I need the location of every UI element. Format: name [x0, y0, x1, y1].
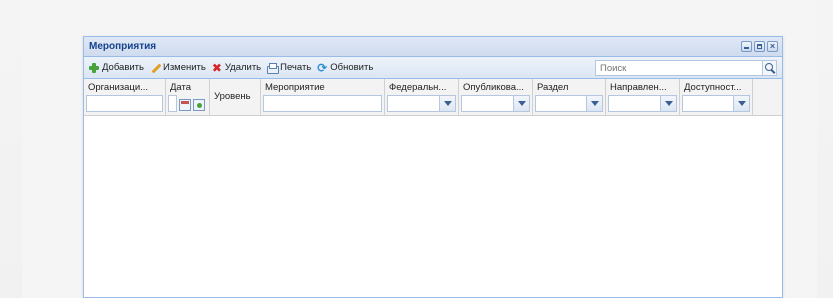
- published-filter-select[interactable]: [461, 95, 530, 112]
- column-level-label: Уровень: [214, 91, 251, 102]
- pencil-icon: [149, 62, 161, 74]
- column-event-label: Мероприятие: [265, 82, 325, 93]
- column-direction-label: Направлен...: [610, 82, 667, 93]
- column-organization[interactable]: Организаци...: [84, 79, 166, 115]
- print-button[interactable]: Печать: [266, 62, 311, 74]
- column-section[interactable]: Раздел: [533, 79, 606, 115]
- availability-filter-select[interactable]: [682, 95, 750, 112]
- date-clear-icon[interactable]: [193, 99, 205, 111]
- section-filter-select[interactable]: [535, 95, 603, 112]
- grid-header: Организаци... Дата Уровень Мероприятие Ф…: [84, 79, 782, 116]
- delete-button[interactable]: ✖ Удалить: [211, 62, 261, 74]
- search-field: [595, 60, 777, 76]
- printer-icon: [266, 62, 280, 74]
- events-window: Мероприятия × Добавить Изменить ✖ Удалит…: [83, 36, 783, 298]
- search-input[interactable]: [596, 61, 762, 75]
- date-filter-input[interactable]: [168, 95, 177, 112]
- chevron-down-icon[interactable]: [733, 96, 749, 111]
- federal-filter-select[interactable]: [387, 95, 456, 112]
- column-federal-label: Федеральн...: [389, 82, 447, 93]
- column-availability[interactable]: Доступност...: [680, 79, 753, 115]
- column-section-label: Раздел: [537, 82, 569, 93]
- column-published-label: Опубликова...: [463, 82, 524, 93]
- column-date[interactable]: Дата: [166, 79, 210, 115]
- print-button-label: Печать: [280, 62, 312, 73]
- chevron-down-icon[interactable]: [660, 96, 676, 111]
- delete-button-label: Удалить: [224, 62, 262, 73]
- toolbar: Добавить Изменить ✖ Удалить Печать ⟳ Обн…: [84, 57, 782, 79]
- edit-button-label: Изменить: [163, 62, 206, 73]
- calendar-icon[interactable]: [179, 99, 191, 111]
- window-title: Мероприятия: [89, 41, 157, 52]
- edit-button[interactable]: Изменить: [149, 62, 206, 74]
- minimize-icon[interactable]: [741, 41, 752, 52]
- column-organization-label: Организаци...: [88, 82, 149, 93]
- column-published[interactable]: Опубликова...: [459, 79, 533, 115]
- add-button[interactable]: Добавить: [88, 62, 144, 74]
- refresh-button[interactable]: ⟳ Обновить: [316, 62, 373, 74]
- refresh-icon: ⟳: [317, 60, 328, 75]
- column-date-label: Дата: [170, 82, 192, 93]
- chevron-down-icon[interactable]: [586, 96, 602, 111]
- chevron-down-icon[interactable]: [439, 96, 455, 111]
- chevron-down-icon[interactable]: [513, 96, 529, 111]
- direction-filter-select[interactable]: [608, 95, 677, 112]
- column-direction[interactable]: Направлен...: [606, 79, 680, 115]
- refresh-button-label: Обновить: [330, 62, 374, 73]
- delete-icon: ✖: [211, 60, 222, 75]
- add-button-label: Добавить: [102, 62, 144, 73]
- event-filter-input[interactable]: [263, 95, 382, 112]
- organization-filter-input[interactable]: [86, 95, 163, 112]
- add-icon: [88, 62, 100, 74]
- search-icon[interactable]: [762, 61, 776, 75]
- window-titlebar[interactable]: Мероприятия ×: [84, 37, 782, 57]
- column-federal[interactable]: Федеральн...: [385, 79, 459, 115]
- window-tools: ×: [741, 41, 778, 52]
- column-level[interactable]: Уровень: [210, 79, 261, 115]
- grid-body[interactable]: [84, 116, 782, 296]
- column-event[interactable]: Мероприятие: [261, 79, 385, 115]
- column-availability-label: Доступност...: [684, 82, 742, 93]
- close-icon[interactable]: ×: [767, 41, 778, 52]
- maximize-icon[interactable]: [754, 41, 765, 52]
